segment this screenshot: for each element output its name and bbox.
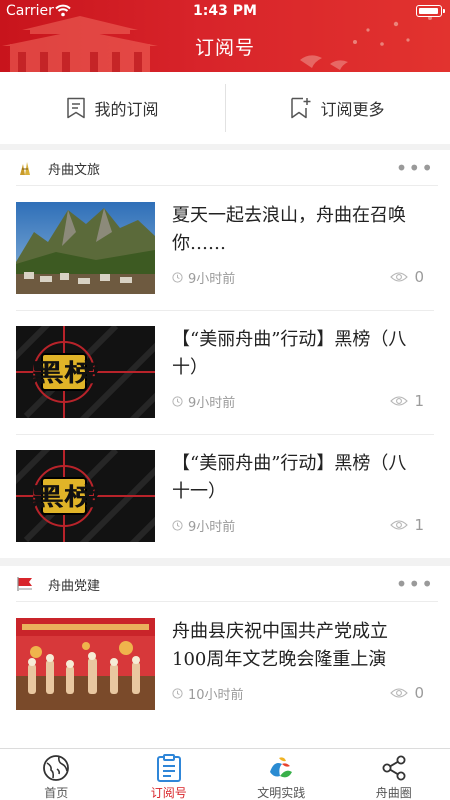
article-thumbnail: 黑榜 (16, 450, 155, 542)
more-options-icon[interactable]: ••• (396, 574, 434, 594)
clock-icon (172, 519, 183, 531)
article-title: 【“美丽舟曲”行动】黑榜（八十一） (172, 453, 407, 502)
source-name: 舟曲文旅 (48, 162, 101, 178)
tab-home[interactable]: 首页 (0, 749, 113, 800)
status-bar: Carrier 1:43 PM (0, 0, 450, 24)
clock-icon (172, 395, 183, 407)
globe-icon (42, 754, 70, 782)
eye-icon (390, 272, 409, 282)
subscribe-more-button[interactable]: 订阅更多 (225, 72, 450, 144)
view-count: 1 (414, 516, 424, 534)
article-time: 9小时前 (188, 519, 236, 535)
subscription-toolbar: 我的订阅 订阅更多 (0, 72, 450, 144)
wenlv-logo-icon (16, 159, 34, 177)
eye-icon (390, 688, 409, 698)
eye-icon (390, 520, 409, 530)
my-subscriptions-button[interactable]: 我的订阅 (0, 72, 225, 144)
view-count: 1 (414, 392, 424, 410)
article-item[interactable]: 舟曲县庆祝中国共产党成立100周年文艺晚会隆重上演 10小时前 0 (0, 602, 450, 726)
heibang-glyph: 黑榜 (29, 359, 99, 387)
article-item[interactable]: 黑榜 【“美丽舟曲”行动】黑榜（八十） 9小时前 1 (0, 310, 450, 434)
article-title: 舟曲县庆祝中国共产党成立100周年文艺晚会隆重上演 (172, 621, 388, 670)
my-subscriptions-label: 我的订阅 (94, 100, 159, 119)
article-meta: 9小时前 0 (172, 268, 424, 287)
battery-icon (416, 5, 445, 17)
party-flag-icon (16, 575, 34, 593)
share-icon (380, 754, 408, 782)
tab-label: 舟曲圈 (375, 786, 412, 800)
heibang-glyph: 黑榜 (29, 483, 99, 511)
article-thumbnail: 黑榜 (16, 326, 155, 418)
clipboard-icon (156, 754, 182, 782)
bookmark-list-icon (67, 97, 86, 119)
source-header: 舟曲文旅 ••• (0, 150, 450, 186)
tab-subscriptions[interactable]: 订阅号 (113, 749, 226, 800)
view-count: 0 (414, 268, 424, 286)
clock-icon (172, 271, 183, 283)
tab-circle[interactable]: 舟曲圈 (338, 749, 450, 800)
source-header: 舟曲党建 ••• (0, 566, 450, 602)
tab-label: 订阅号 (150, 786, 187, 800)
more-options-icon[interactable]: ••• (396, 158, 434, 178)
article-thumbnail (16, 202, 155, 294)
article-title: 夏天一起去浪山，舟曲在召唤你…… (172, 205, 406, 254)
article-item[interactable]: 夏天一起去浪山，舟曲在召唤你…… 9小时前 0 (0, 186, 450, 310)
subscribe-more-label: 订阅更多 (320, 100, 385, 119)
source-section: 舟曲文旅 ••• 夏天一起去浪山，舟曲在召唤你…… 9小时前 0 黑榜 【“美丽… (0, 150, 450, 558)
source-name: 舟曲党建 (48, 578, 101, 594)
article-title: 【“美丽舟曲”行动】黑榜（八十） (172, 329, 407, 378)
article-time: 9小时前 (188, 395, 236, 411)
article-time: 10小时前 (188, 687, 244, 703)
clock-time: 1:43 PM (193, 3, 257, 19)
tab-label: 文明实践 (257, 786, 306, 800)
view-count: 0 (414, 684, 424, 702)
bottom-tab-bar: 首页 订阅号 文明实践 舟曲圈 (0, 748, 450, 800)
tab-civilization[interactable]: 文明实践 (225, 749, 338, 800)
article-item[interactable]: 黑榜 【“美丽舟曲”行动】黑榜（八十一） 9小时前 1 (0, 434, 450, 558)
feed: 舟曲文旅 ••• 夏天一起去浪山，舟曲在召唤你…… 9小时前 0 黑榜 【“美丽… (0, 150, 450, 764)
page-title: 订阅号 (194, 37, 255, 59)
eye-icon (390, 396, 409, 406)
civilization-logo-icon (266, 754, 296, 782)
header: Carrier 1:43 PM 订阅号 (0, 0, 450, 72)
article-meta: 9小时前 1 (172, 392, 424, 411)
source-section: 舟曲党建 ••• 舟曲县庆祝中国共产党成立100周年文艺晚会隆重上演 10小时前… (0, 566, 450, 756)
tab-label: 首页 (44, 786, 69, 800)
article-thumbnail (16, 618, 155, 710)
clock-icon (172, 687, 183, 699)
article-time: 9小时前 (188, 271, 236, 287)
article-meta: 10小时前 0 (172, 684, 424, 703)
toolbar-divider (225, 84, 226, 132)
article-meta: 9小时前 1 (172, 516, 424, 535)
bookmark-add-icon (291, 97, 311, 119)
